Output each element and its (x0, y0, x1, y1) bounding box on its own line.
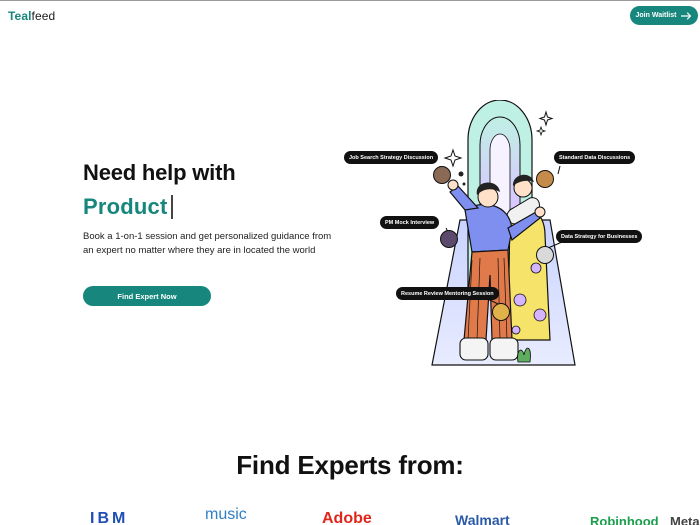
expert-avatar (433, 166, 451, 184)
join-waitlist-label: Join Waitlist (635, 12, 677, 19)
chip-resume-review: Resume Review Mentoring Session (396, 287, 499, 300)
chip-pm-mock: PM Mock Interview (380, 216, 440, 229)
chip-job-search: Job Search Strategy Discussion (344, 151, 439, 164)
expert-avatar (536, 170, 554, 188)
expert-avatar (536, 246, 554, 264)
hero-rotating-line: Product (83, 193, 173, 221)
chip-data-strategy: Data Strategy for Businesses (556, 230, 643, 243)
chip-label: Job Search Strategy Discussion (349, 154, 434, 161)
logo-part-teal: Teal (8, 9, 32, 23)
hero-title: Need help with (83, 160, 236, 185)
tealfeed-logo[interactable]: Tealfeed (8, 9, 55, 23)
join-waitlist-button[interactable]: Join Waitlist (630, 6, 698, 25)
chip-label: PM Mock Interview (385, 219, 435, 226)
site-header: Tealfeed Join Waitlist (0, 1, 700, 31)
walmart-logo: Walmart (455, 512, 510, 525)
arrow-right-icon (681, 11, 692, 20)
chip-label: Resume Review Mentoring Session (401, 290, 494, 297)
hero-illustration: Job Search Strategy Discussion Standard … (340, 100, 643, 370)
chip-standard-data: Standard Data Discussions (554, 151, 636, 164)
adobe-logo: Adobe (322, 510, 372, 525)
expert-avatar (492, 303, 510, 321)
chip-label: Standard Data Discussions (559, 154, 631, 161)
robinhood-logo: Robinhood (590, 514, 659, 525)
logo-part-feed: feed (31, 9, 56, 23)
typing-cursor (170, 195, 173, 219)
find-experts-title: Find Experts from: (236, 450, 464, 480)
find-expert-button[interactable]: Find Expert Now (83, 286, 211, 306)
meta-logo: Meta (670, 514, 700, 525)
hero-description: Book a 1-on-1 session and get personaliz… (83, 231, 332, 256)
company-logos-row: IBM music Adobe Walmart Robinhood Meta (0, 506, 700, 525)
chip-label: Data Strategy for Businesses (561, 233, 638, 240)
music-logo: music (205, 506, 247, 523)
ibm-logo: IBM (90, 510, 129, 525)
expert-avatar (440, 230, 458, 248)
hero-rotating-word: Product (83, 194, 168, 219)
